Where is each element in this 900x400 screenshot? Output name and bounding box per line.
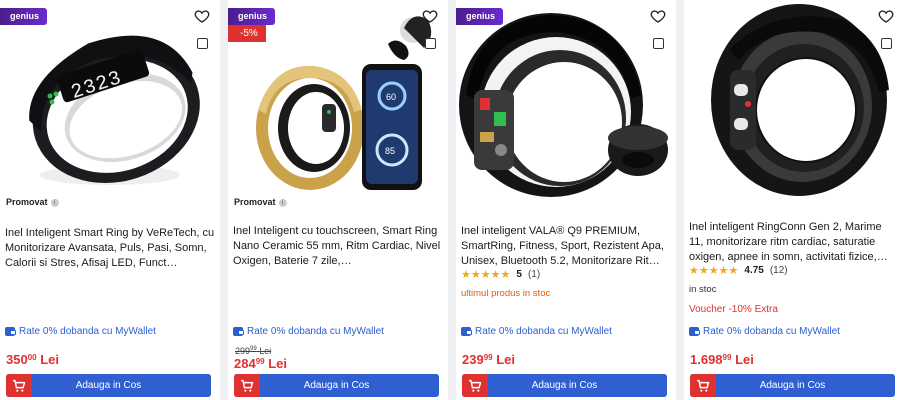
product-title[interactable]: Inel Inteligent Smart Ring by VeReTech, … xyxy=(5,226,215,271)
rating-count: (12) xyxy=(769,265,788,276)
add-to-cart-label: Adauga in Cos xyxy=(303,380,370,391)
wallet-installments[interactable]: Rate 0% dobanda cu MyWallet xyxy=(5,326,156,337)
compare-checkbox[interactable] xyxy=(197,38,208,49)
favorite-heart-icon[interactable] xyxy=(878,8,894,24)
wallet-installments[interactable]: Rate 0% dobanda cu MyWallet xyxy=(461,326,612,337)
wallet-text: Rate 0% dobanda cu MyWallet xyxy=(247,326,384,337)
old-price-currency: Lei xyxy=(259,346,272,356)
wallet-text: Rate 0% dobanda cu MyWallet xyxy=(475,326,612,337)
add-to-cart-button[interactable]: Adauga in Cos xyxy=(234,374,439,397)
wallet-icon xyxy=(233,327,244,336)
cart-icon xyxy=(462,374,488,397)
add-to-cart-button[interactable]: Adauga in Cos xyxy=(462,374,667,397)
old-price-decimals: 99 xyxy=(250,346,257,352)
promoted-text: Promovat xyxy=(6,197,48,207)
star-icon: ★ xyxy=(728,265,739,277)
cart-icon xyxy=(690,374,716,397)
price-integer: 1.698 xyxy=(690,352,723,367)
star-icon: ★ xyxy=(718,265,729,277)
info-icon[interactable]: i xyxy=(50,199,59,207)
price-decimals: 00 xyxy=(27,353,37,362)
price-decimals: 99 xyxy=(255,357,265,366)
product-grid: 2323 genius Promovat i Inel Inteligent Sm… xyxy=(0,0,900,400)
screen-top-value: 60 xyxy=(386,92,396,102)
wallet-installments[interactable]: Rate 0% dobanda cu MyWallet xyxy=(233,326,384,337)
product-image[interactable] xyxy=(456,0,676,210)
star-icon: ★ xyxy=(490,269,501,281)
add-to-cart-button[interactable]: Adauga in Cos xyxy=(690,374,895,397)
product-title[interactable]: Inel inteligent RingConn Gen 2, Marime 1… xyxy=(689,220,899,265)
rating-value: 5 xyxy=(516,269,522,280)
promoted-label: Promovat i xyxy=(6,197,59,207)
favorite-heart-icon[interactable] xyxy=(422,8,438,24)
wallet-icon xyxy=(689,327,700,336)
product-price: 35000 Lei xyxy=(6,352,59,367)
discount-badge: -5% xyxy=(228,25,266,42)
star-icon: ★ xyxy=(698,265,709,277)
wallet-icon xyxy=(5,327,16,336)
genius-badge: genius xyxy=(228,8,276,25)
product-card[interactable]: 60 85 genius -5% Promovat i Inel Intelige… xyxy=(228,0,448,400)
compare-checkbox[interactable] xyxy=(653,38,664,49)
price-integer: 350 xyxy=(6,352,28,367)
price-currency: Lei xyxy=(735,352,754,367)
wallet-installments[interactable]: Rate 0% dobanda cu MyWallet xyxy=(689,326,840,337)
compare-checkbox[interactable] xyxy=(881,38,892,49)
voucher-label[interactable]: Voucher -10% Extra xyxy=(689,304,778,315)
wallet-icon xyxy=(461,327,472,336)
price-currency: Lei xyxy=(496,352,516,367)
favorite-heart-icon[interactable] xyxy=(650,8,666,24)
star-icon: ★ xyxy=(500,269,511,281)
product-price: 1.69899 Lei xyxy=(690,352,754,367)
genius-badge: genius xyxy=(0,8,48,25)
star-icon: ★ xyxy=(470,269,481,281)
rating[interactable]: ★ ★ ★ ★ ★ 4.75 (12) xyxy=(689,264,788,277)
product-price: 23999 Lei xyxy=(462,352,515,367)
screen-bottom-value: 85 xyxy=(385,146,395,156)
product-price: 28499 Lei xyxy=(234,356,287,371)
price-decimals: 99 xyxy=(483,353,493,362)
price-integer: 239 xyxy=(462,352,484,367)
rating-count: (1) xyxy=(527,269,541,280)
stock-status: in stoc xyxy=(689,284,717,295)
promoted-text: Promovat xyxy=(234,197,276,207)
product-title[interactable]: Inel inteligent VALA® Q9 PREMIUM, SmartR… xyxy=(461,224,671,269)
price-currency: Lei xyxy=(40,352,60,367)
rating[interactable]: ★ ★ ★ ★ ★ 5 (1) xyxy=(461,268,540,281)
price-decimals: 99 xyxy=(722,353,732,362)
stock-status: ultimul produs in stoc xyxy=(461,288,551,299)
star-icon: ★ xyxy=(461,269,471,281)
product-image[interactable]: 2323 xyxy=(0,0,220,210)
compare-checkbox[interactable] xyxy=(425,38,436,49)
favorite-heart-icon[interactable] xyxy=(194,8,210,24)
add-to-cart-label: Adauga in Cos xyxy=(75,380,142,391)
genius-badge: genius xyxy=(456,8,504,25)
star-icon: ★ xyxy=(708,265,719,277)
star-icon: ★ xyxy=(689,265,699,277)
price-currency: Lei xyxy=(268,356,288,371)
cart-icon xyxy=(6,374,32,397)
add-to-cart-label: Adauga in Cos xyxy=(759,380,826,391)
wallet-text: Rate 0% dobanda cu MyWallet xyxy=(703,326,840,337)
add-to-cart-button[interactable]: Adauga in Cos xyxy=(6,374,211,397)
info-icon[interactable]: i xyxy=(278,199,287,207)
promoted-label: Promovat i xyxy=(234,197,287,207)
product-image[interactable] xyxy=(684,0,900,210)
cart-icon xyxy=(234,374,260,397)
product-title[interactable]: Inel Inteligent cu touchscreen, Smart Ri… xyxy=(233,224,443,269)
star-icon: ★ xyxy=(480,269,491,281)
wallet-text: Rate 0% dobanda cu MyWallet xyxy=(19,326,156,337)
price-integer: 284 xyxy=(234,356,256,371)
add-to-cart-label: Adauga in Cos xyxy=(531,380,598,391)
product-card[interactable]: genius Inel inteligent VALA® Q9 PREMIUM,… xyxy=(456,0,676,400)
product-card[interactable]: Inel inteligent RingConn Gen 2, Marime 1… xyxy=(684,0,900,400)
rating-value: 4.75 xyxy=(744,265,764,276)
old-price-integer: 299 xyxy=(235,346,251,356)
product-card[interactable]: 2323 genius Promovat i Inel Inteligent Sm… xyxy=(0,0,220,400)
old-price: 29999 Lei xyxy=(235,346,271,356)
